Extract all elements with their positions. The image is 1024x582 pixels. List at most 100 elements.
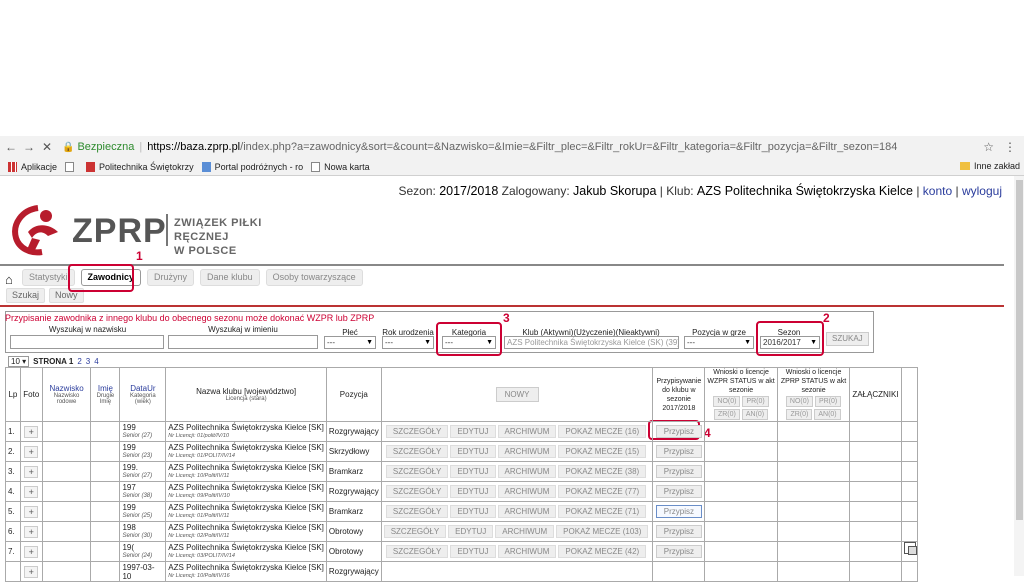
zprp-an[interactable]: AN(0) bbox=[814, 409, 841, 420]
cell-club: AZS Politechnika Świętokrzyska Kielce [S… bbox=[165, 421, 327, 442]
add-photo-button[interactable]: + bbox=[24, 445, 39, 458]
cell-position: Rozgrywający bbox=[325, 561, 382, 582]
tab-dane-klubu[interactable]: Dane klubu bbox=[200, 269, 260, 286]
bookmark-portal[interactable]: Portal podróżnych - ro bbox=[201, 161, 303, 172]
archive-button[interactable]: ARCHIWUM bbox=[497, 445, 557, 458]
add-photo-button[interactable]: + bbox=[24, 485, 39, 498]
archive-button[interactable]: ARCHIWUM bbox=[497, 505, 557, 518]
details-button[interactable]: SZCZEGÓŁY bbox=[385, 425, 449, 438]
name-input[interactable] bbox=[168, 335, 318, 349]
wzpr-pr[interactable]: PR(0) bbox=[742, 396, 769, 407]
home-icon[interactable]: ⌂ bbox=[5, 272, 13, 287]
edit-button[interactable]: EDYTUJ bbox=[450, 545, 496, 558]
show-matches-button[interactable]: POKAŻ MECZE (77) bbox=[558, 485, 647, 498]
bookmark-new-tab[interactable]: Nowa karta bbox=[311, 161, 370, 172]
wzpr-no[interactable]: NO(0) bbox=[713, 396, 741, 407]
edit-button[interactable]: EDYTUJ bbox=[450, 425, 496, 438]
edit-button[interactable]: EDYTUJ bbox=[450, 505, 496, 518]
search-button[interactable]: SZUKAJ bbox=[826, 332, 869, 346]
page-size-select[interactable]: 10 ▾ bbox=[8, 356, 30, 367]
show-matches-button[interactable]: POKAŻ MECZE (103) bbox=[556, 525, 649, 538]
wzpr-zr[interactable]: ZR(0) bbox=[713, 409, 740, 420]
account-link[interactable]: konto bbox=[923, 184, 952, 198]
edit-button[interactable]: EDYTUJ bbox=[450, 465, 496, 478]
other-bookmarks[interactable]: Inne zakład bbox=[959, 161, 1020, 171]
show-matches-button[interactable]: POKAŻ MECZE (15) bbox=[558, 445, 647, 458]
folder-icon bbox=[959, 162, 970, 170]
cell-name bbox=[90, 501, 121, 522]
zprp-logo[interactable]: ZPRP ZWIĄZEK PIŁKI RĘCZNEJ W POLSCE bbox=[8, 204, 308, 257]
add-photo-button[interactable]: + bbox=[24, 505, 39, 518]
edit-button[interactable]: EDYTUJ bbox=[448, 525, 494, 538]
page-link[interactable]: 3 bbox=[86, 357, 90, 366]
edit-button[interactable]: EDYTUJ bbox=[450, 485, 496, 498]
bookmark-politechnika[interactable]: Politechnika Świętokrzy bbox=[86, 161, 194, 172]
assign-button[interactable]: Przypisz bbox=[655, 425, 702, 438]
cell-actions: SZCZEGÓŁY EDYTUJ ARCHIWUM POKAŻ MECZE (77) bbox=[380, 481, 654, 502]
add-photo-button[interactable]: + bbox=[24, 465, 39, 478]
tab-druzyny[interactable]: Drużyny bbox=[147, 269, 195, 286]
archive-button[interactable]: ARCHIWUM bbox=[497, 425, 557, 438]
add-photo-button[interactable]: + bbox=[24, 525, 39, 538]
details-button[interactable]: SZCZEGÓŁY bbox=[385, 505, 449, 518]
back-icon[interactable]: ← bbox=[4, 140, 18, 154]
forward-icon[interactable]: → bbox=[22, 140, 36, 154]
bookmark-star-icon[interactable]: ☆ bbox=[983, 140, 994, 154]
show-matches-button[interactable]: POKAŻ MECZE (42) bbox=[558, 545, 647, 558]
col-name[interactable]: Imię Drugie Imię bbox=[90, 367, 121, 422]
edit-button[interactable]: EDYTUJ bbox=[450, 445, 496, 458]
surname-input[interactable] bbox=[10, 335, 164, 349]
cell-actions: SZCZEGÓŁY EDYTUJ ARCHIWUM POKAŻ MECZE (103) bbox=[380, 521, 654, 542]
add-photo-button[interactable]: + bbox=[24, 425, 39, 438]
assign-button[interactable]: Przypisz bbox=[655, 485, 702, 498]
scrollbar-thumb[interactable] bbox=[1016, 180, 1023, 520]
menu-dots-icon[interactable]: ⋮ bbox=[1004, 140, 1016, 154]
details-button[interactable]: SZCZEGÓŁY bbox=[385, 465, 449, 478]
add-photo-button[interactable]: + bbox=[24, 545, 39, 558]
new-player-button[interactable]: NOWY bbox=[495, 387, 539, 402]
bookmark-apps[interactable]: Aplikacje bbox=[8, 161, 57, 172]
page-link[interactable]: 2 bbox=[77, 357, 81, 366]
col-surname[interactable]: Nazwisko Nazwisko rodowe bbox=[41, 367, 92, 422]
zprp-zr[interactable]: ZR(0) bbox=[786, 409, 813, 420]
page-link[interactable]: 4 bbox=[94, 357, 98, 366]
table-row: 2. +199 Senior (23) AZS Politechnika Święto… bbox=[5, 441, 919, 462]
cell-dob: 19(Senior (24) bbox=[119, 541, 167, 562]
zprp-pr[interactable]: PR(0) bbox=[814, 396, 842, 407]
logout-link[interactable]: wyloguj bbox=[962, 184, 1002, 198]
show-matches-button[interactable]: POKAŻ MECZE (38) bbox=[558, 465, 647, 478]
archive-button[interactable]: ARCHIWUM bbox=[497, 485, 557, 498]
details-button[interactable]: SZCZEGÓŁY bbox=[385, 485, 449, 498]
archive-button[interactable]: ARCHIWUM bbox=[497, 465, 557, 478]
archive-button[interactable]: ARCHIWUM bbox=[497, 545, 557, 558]
stop-icon[interactable]: ✕ bbox=[40, 140, 54, 154]
cell-position: Skrzydłowy bbox=[325, 441, 382, 462]
wzpr-an[interactable]: AN(0) bbox=[741, 409, 769, 420]
details-button[interactable]: SZCZEGÓŁY bbox=[385, 445, 449, 458]
birth-year-select[interactable]: --- ▼ bbox=[382, 336, 434, 349]
cell-surname bbox=[41, 501, 92, 522]
url-field[interactable]: https://baza.zprp.pl/index.php?a=zawodni… bbox=[147, 141, 987, 153]
details-button[interactable]: SZCZEGÓŁY bbox=[383, 525, 447, 538]
assign-button[interactable]: Przypisz bbox=[655, 445, 702, 458]
details-button[interactable]: SZCZEGÓŁY bbox=[385, 545, 449, 558]
cell-extra bbox=[900, 501, 919, 522]
tab-osoby-towarzyszace[interactable]: Osoby towarzyszące bbox=[265, 269, 363, 286]
col-dob[interactable]: DataUr Kategoria (wiek) bbox=[119, 367, 167, 422]
assign-button[interactable]: Przypisz bbox=[655, 545, 702, 558]
tab-statystyki[interactable]: Statystyki bbox=[22, 269, 75, 286]
sex-select[interactable]: --- ▼ bbox=[324, 336, 376, 349]
show-matches-button[interactable]: POKAŻ MECZE (16) bbox=[558, 425, 647, 438]
cell-assign: Przypisz bbox=[652, 501, 706, 522]
assign-button[interactable]: Przypisz bbox=[655, 525, 702, 538]
club-select[interactable]: AZS Politechnika Świętokrzyska Kielce (S… bbox=[504, 336, 679, 349]
bookmark-blank[interactable] bbox=[65, 161, 78, 172]
tab-szukaj[interactable]: Szukaj bbox=[6, 288, 46, 303]
show-matches-button[interactable]: POKAŻ MECZE (71) bbox=[558, 505, 647, 518]
position-select[interactable]: --- ▼ bbox=[684, 336, 754, 349]
zprp-no[interactable]: NO(0) bbox=[785, 396, 813, 407]
assign-button[interactable]: Przypisz bbox=[655, 465, 702, 478]
archive-button[interactable]: ARCHIWUM bbox=[495, 525, 555, 538]
assign-button[interactable]: Przypisz bbox=[655, 505, 702, 518]
attachment-icon[interactable] bbox=[904, 542, 917, 555]
